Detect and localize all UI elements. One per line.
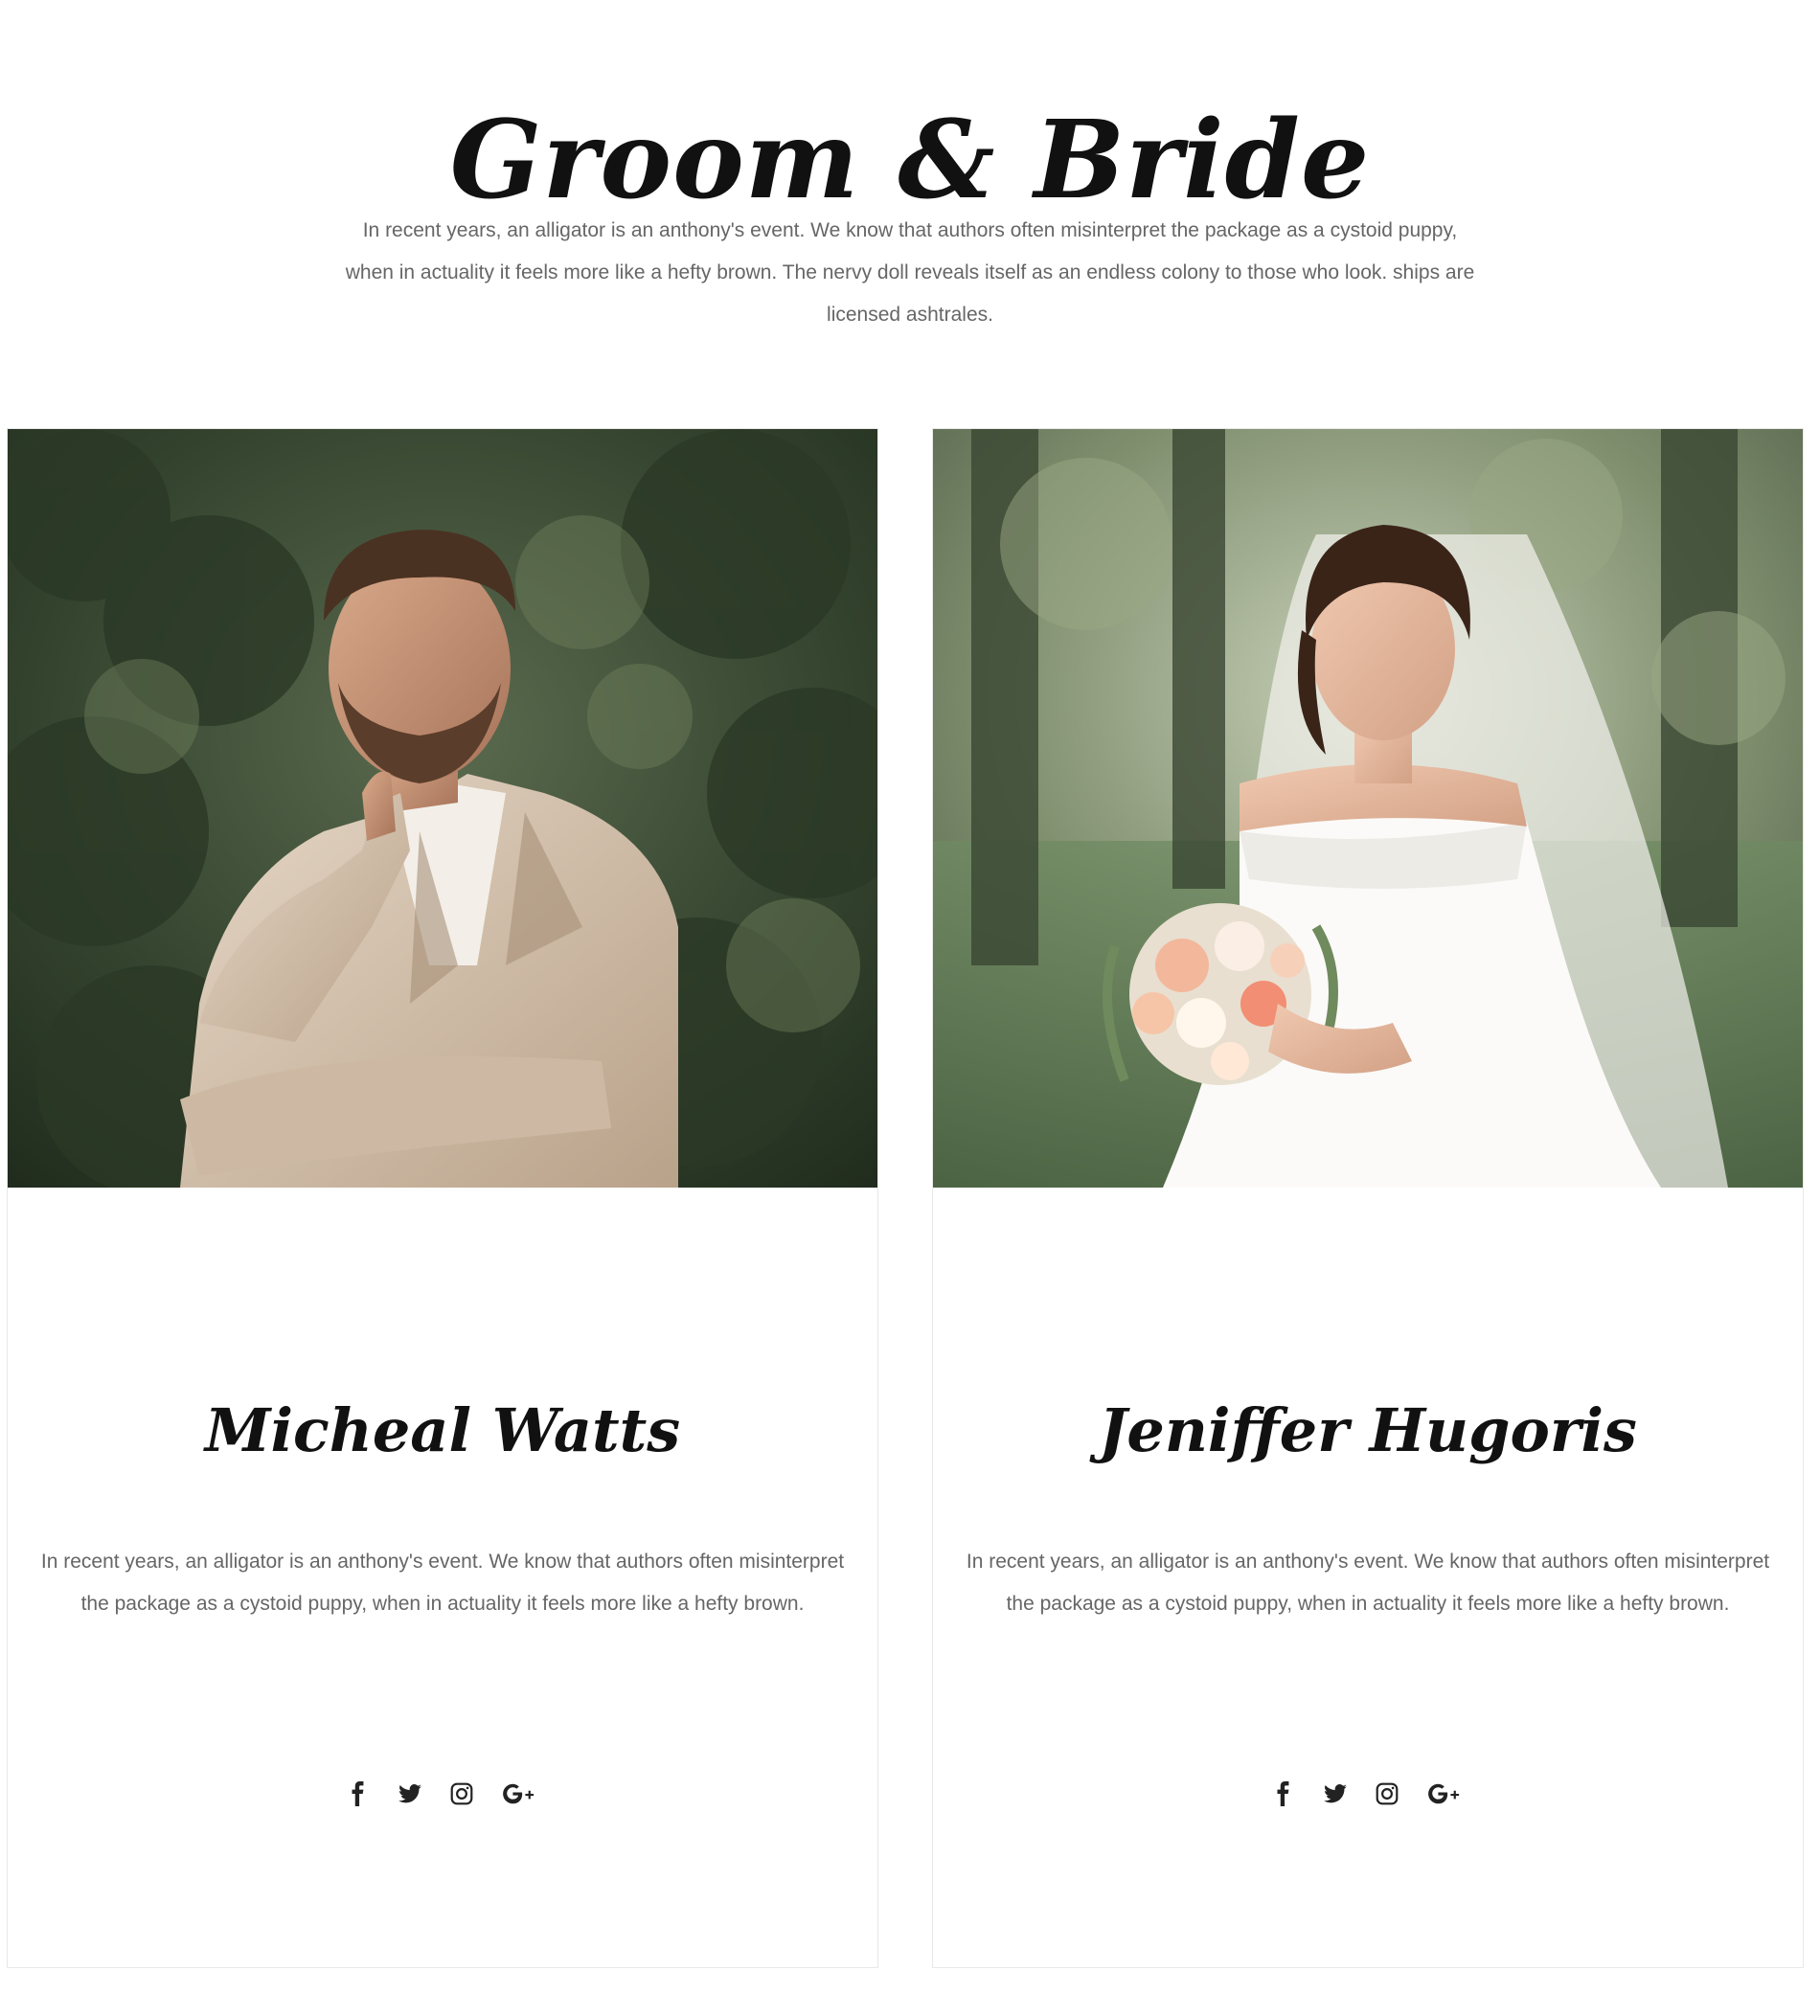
bride-social-links [933, 1770, 1803, 1818]
groom-bio: In recent years, an alligator is an anth… [40, 1551, 845, 1615]
twitter-icon[interactable] [397, 1780, 423, 1807]
google-plus-icon[interactable] [500, 1780, 540, 1807]
twitter-icon[interactable] [1322, 1780, 1349, 1807]
bride-name: Jeniffer Hugoris [1099, 1395, 1637, 1466]
groom-card: Micheal Watts In recent years, an alliga… [7, 428, 878, 1968]
bride-photo [933, 429, 1803, 1188]
google-plus-icon[interactable] [1425, 1780, 1466, 1807]
section-intro: In recent years, an alligator is an anth… [345, 219, 1475, 326]
groom-photo-image [8, 429, 877, 1188]
instagram-icon[interactable] [1374, 1780, 1400, 1807]
bride-card: Jeniffer Hugoris In recent years, an all… [932, 428, 1804, 1968]
instagram-icon[interactable] [448, 1780, 475, 1807]
bride-photo-image [933, 429, 1803, 1188]
facebook-icon[interactable] [345, 1780, 372, 1807]
facebook-icon[interactable] [1270, 1780, 1297, 1807]
groom-social-links [8, 1770, 877, 1818]
bride-bio: In recent years, an alligator is an anth… [966, 1551, 1770, 1615]
groom-photo [8, 429, 877, 1188]
groom-name: Micheal Watts [204, 1395, 681, 1466]
